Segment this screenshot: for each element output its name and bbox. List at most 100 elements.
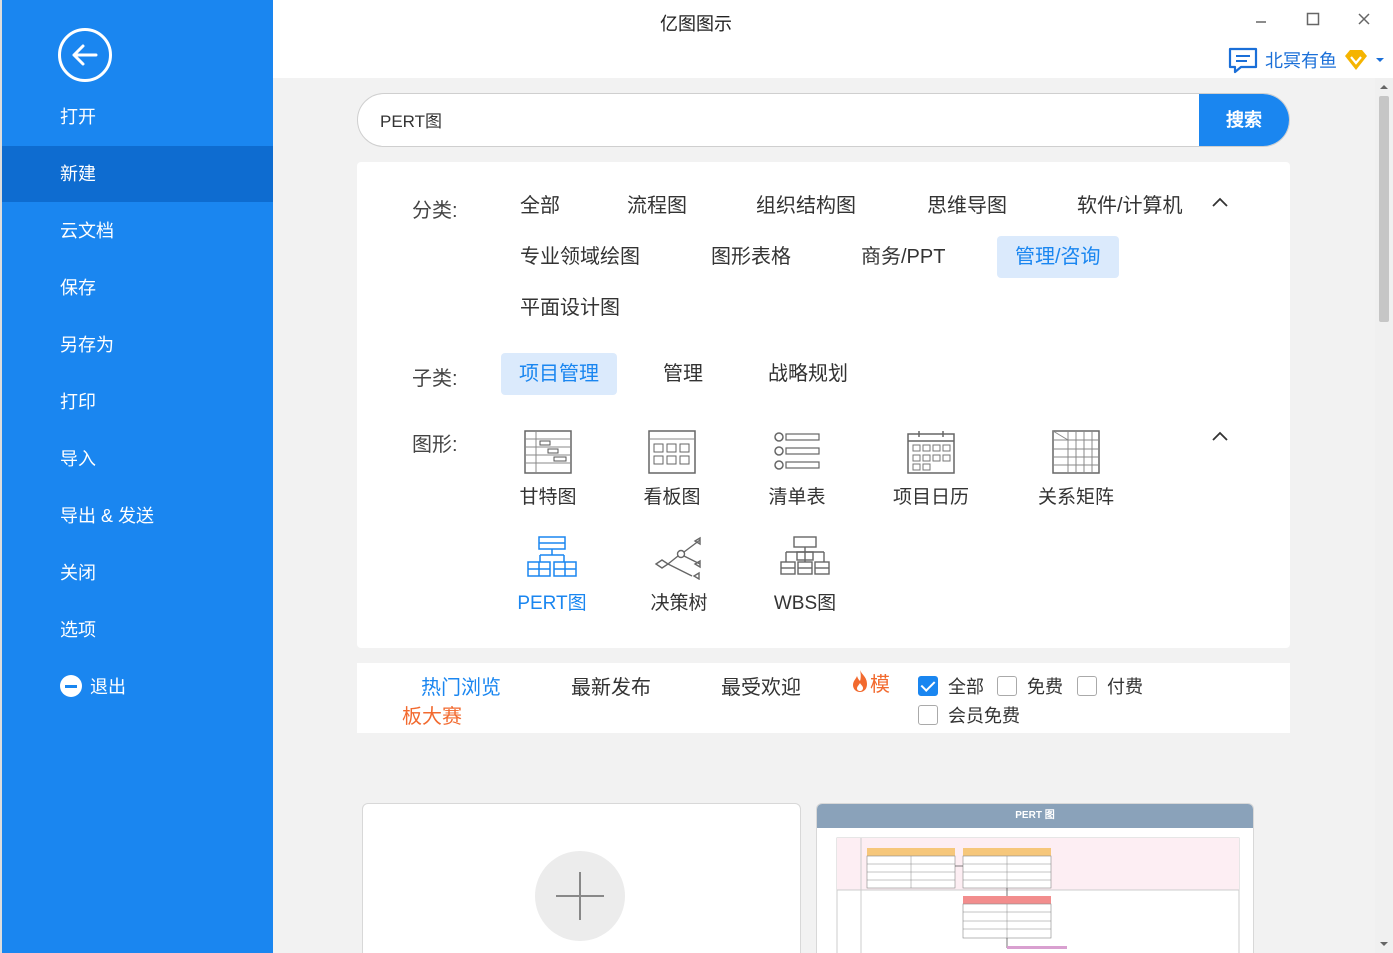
checkbox[interactable] bbox=[918, 705, 938, 725]
checkbox-checked[interactable] bbox=[918, 676, 938, 696]
collapse-shapes-icon[interactable] bbox=[1211, 428, 1229, 446]
category-management-consulting[interactable]: 管理/咨询 bbox=[997, 236, 1119, 278]
filter-all-checkbox[interactable]: 全部 bbox=[918, 673, 984, 699]
sidebar-item-label: 导出 & 发送 bbox=[60, 506, 155, 526]
minimize-icon bbox=[1256, 21, 1266, 23]
filter-free-checkbox[interactable]: 免费 bbox=[997, 673, 1063, 699]
shape-wbs[interactable]: WBS图 bbox=[750, 536, 860, 615]
sidebar-item-print[interactable]: 打印 bbox=[2, 374, 273, 430]
sidebar-item-close[interactable]: 关闭 bbox=[2, 545, 273, 601]
category-all[interactable]: 全部 bbox=[502, 185, 578, 227]
category-graphic-table[interactable]: 图形表格 bbox=[693, 236, 809, 278]
plus-icon[interactable] bbox=[535, 851, 625, 941]
sidebar-item-export-send[interactable]: 导出 & 发送 bbox=[2, 488, 273, 544]
category-software[interactable]: 软件/计算机 bbox=[1059, 185, 1201, 227]
shape-gantt[interactable]: 甘特图 bbox=[493, 430, 603, 509]
checklist-icon bbox=[774, 432, 820, 470]
shape-label: 关系矩阵 bbox=[1037, 487, 1114, 508]
shapes-label: 图形: bbox=[412, 434, 458, 456]
tab-template-contest-continued[interactable]: 板大赛 bbox=[402, 700, 462, 729]
sidebar-item-label: 另存为 bbox=[60, 335, 114, 355]
sidebar-item-options[interactable]: 选项 bbox=[2, 602, 273, 658]
category-mind-map[interactable]: 思维导图 bbox=[909, 185, 1025, 227]
new-blank-card[interactable] bbox=[362, 803, 801, 953]
category-professional[interactable]: 专业领域绘图 bbox=[502, 236, 658, 278]
tab-latest[interactable]: 最新发布 bbox=[571, 671, 651, 700]
sidebar-item-label: 云文档 bbox=[60, 221, 114, 241]
category-flowchart[interactable]: 流程图 bbox=[609, 185, 705, 227]
checkbox-label: 付费 bbox=[1107, 677, 1143, 697]
category-label: 分类: bbox=[412, 200, 458, 222]
message-icon[interactable] bbox=[1227, 46, 1259, 74]
sidebar-item-save-as[interactable]: 另存为 bbox=[2, 317, 273, 373]
window-title: 亿图图示 bbox=[660, 14, 732, 34]
shape-checklist[interactable]: 清单表 bbox=[742, 430, 852, 509]
sidebar-item-cloud-docs[interactable]: 云文档 bbox=[2, 203, 273, 259]
close-icon bbox=[1358, 13, 1370, 25]
sidebar-item-label: 新建 bbox=[60, 164, 96, 184]
chevron-down-icon[interactable] bbox=[1375, 56, 1385, 64]
kanban-board-icon bbox=[648, 430, 696, 474]
shape-project-calendar[interactable]: 项目日历 bbox=[876, 430, 986, 509]
shape-label: 清单表 bbox=[768, 487, 826, 508]
sidebar-item-new[interactable]: 新建 bbox=[2, 146, 273, 202]
gantt-chart-icon bbox=[524, 430, 572, 474]
category-panel: 分类: 全部 流程图 组织结构图 思维导图 软件/计算机 专业领域绘图 图形表格… bbox=[357, 162, 1290, 648]
template-card-pert[interactable]: PERT 图 bbox=[816, 803, 1254, 953]
user-area[interactable]: 北冥有鱼 bbox=[1227, 46, 1385, 74]
subcategory-management[interactable]: 管理 bbox=[645, 353, 721, 395]
decision-tree-icon bbox=[654, 536, 701, 580]
contest-label-part1: 模 bbox=[870, 674, 890, 696]
user-name[interactable]: 北冥有鱼 bbox=[1265, 47, 1337, 73]
scroll-down-icon[interactable] bbox=[1375, 937, 1393, 951]
checkbox[interactable] bbox=[1077, 676, 1097, 696]
sidebar-item-save[interactable]: 保存 bbox=[2, 260, 273, 316]
tab-hot[interactable]: 热门浏览 bbox=[421, 671, 501, 700]
exit-icon bbox=[60, 675, 82, 698]
shape-kanban[interactable]: 看板图 bbox=[617, 430, 727, 509]
pert-chart-icon bbox=[527, 536, 577, 577]
close-button[interactable] bbox=[1349, 6, 1379, 32]
calendar-icon bbox=[907, 431, 955, 474]
arrow-left-icon bbox=[72, 44, 98, 66]
vip-diamond-icon bbox=[1345, 50, 1367, 70]
category-org-chart[interactable]: 组织结构图 bbox=[738, 185, 874, 227]
sidebar-item-import[interactable]: 导入 bbox=[2, 431, 273, 487]
sidebar-item-label: 导入 bbox=[60, 449, 96, 469]
search-input[interactable] bbox=[380, 94, 1180, 145]
shape-pert[interactable]: PERT图 bbox=[497, 536, 607, 615]
subcategory-project-management[interactable]: 项目管理 bbox=[501, 353, 617, 395]
filter-member-free-checkbox[interactable]: 会员免费 bbox=[918, 702, 1020, 728]
checkbox[interactable] bbox=[997, 676, 1017, 696]
minimize-button[interactable] bbox=[1246, 6, 1276, 32]
vertical-scrollbar[interactable] bbox=[1375, 78, 1393, 953]
search-button[interactable]: 搜索 bbox=[1199, 94, 1289, 146]
sidebar-item-label: 打开 bbox=[60, 107, 96, 127]
sidebar-item-label: 关闭 bbox=[60, 563, 96, 583]
sidebar-item-label: 保存 bbox=[60, 278, 96, 298]
subcategory-strategy[interactable]: 战略规划 bbox=[750, 353, 866, 395]
shape-decision-tree[interactable]: 决策树 bbox=[624, 536, 734, 615]
scroll-thumb[interactable] bbox=[1379, 96, 1389, 322]
shape-label: WBS图 bbox=[773, 593, 837, 614]
subcategory-label: 子类: bbox=[412, 368, 458, 390]
sidebar-item-exit[interactable]: 退出 bbox=[2, 659, 273, 715]
shape-label: 甘特图 bbox=[519, 487, 577, 508]
back-button[interactable] bbox=[58, 28, 112, 82]
shape-label: 看板图 bbox=[643, 487, 701, 508]
tab-template-contest[interactable]: 模 bbox=[850, 668, 890, 697]
filter-bar: 热门浏览 最新发布 最受欢迎 模 板大赛 全部 免费 付费 会员免费 bbox=[357, 663, 1290, 733]
sidebar-item-open[interactable]: 打开 bbox=[2, 89, 273, 145]
tab-popular[interactable]: 最受欢迎 bbox=[721, 671, 801, 700]
sidebar-item-label: 退出 bbox=[90, 677, 126, 697]
fire-icon bbox=[853, 670, 867, 692]
shape-relation-matrix[interactable]: 关系矩阵 bbox=[1021, 430, 1131, 509]
template-preview-title: PERT 图 bbox=[817, 804, 1253, 828]
scroll-up-icon[interactable] bbox=[1375, 80, 1393, 94]
collapse-categories-icon[interactable] bbox=[1211, 194, 1229, 212]
maximize-button[interactable] bbox=[1298, 6, 1328, 32]
category-business-ppt[interactable]: 商务/PPT bbox=[843, 236, 963, 278]
filter-paid-checkbox[interactable]: 付费 bbox=[1077, 673, 1143, 699]
matrix-icon bbox=[1052, 430, 1100, 474]
category-graphic-design[interactable]: 平面设计图 bbox=[502, 287, 638, 329]
